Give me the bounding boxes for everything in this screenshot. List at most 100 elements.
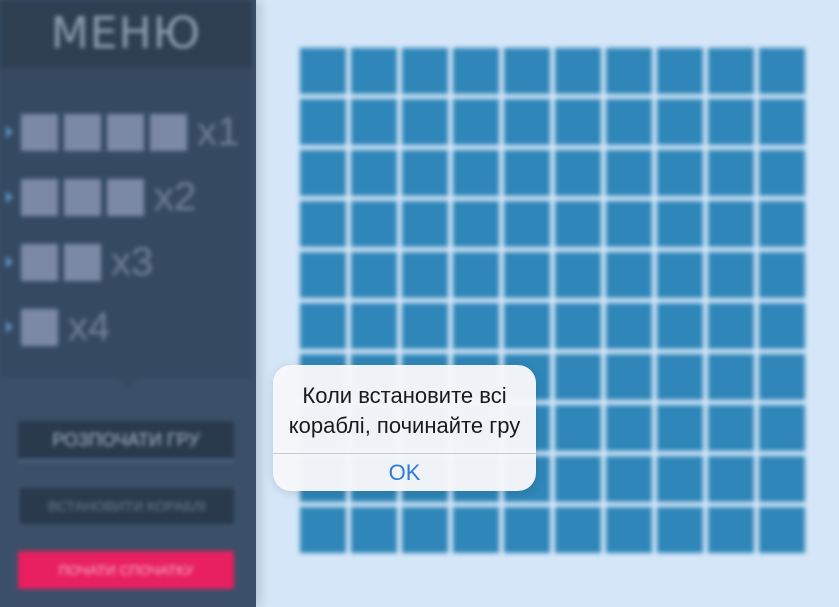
board-cell[interactable] <box>657 507 703 553</box>
board-cell[interactable] <box>402 99 448 145</box>
board-cell[interactable] <box>453 303 499 349</box>
board-cell[interactable] <box>504 507 550 553</box>
board-cell[interactable] <box>402 252 448 298</box>
board-cell[interactable] <box>657 150 703 196</box>
start-game-button[interactable]: РОЗПОЧАТИ ГРУ <box>18 421 234 462</box>
board-cell[interactable] <box>555 201 601 247</box>
board-cell[interactable] <box>606 99 652 145</box>
board-cell[interactable] <box>555 456 601 502</box>
board-cell[interactable] <box>657 456 703 502</box>
ship-row-3[interactable]: x2 <box>6 175 196 219</box>
ok-button[interactable]: OK <box>273 454 536 491</box>
board-cell[interactable] <box>657 201 703 247</box>
board-cell[interactable] <box>300 507 346 553</box>
board-cell[interactable] <box>657 99 703 145</box>
board-cell[interactable] <box>453 252 499 298</box>
board-cell[interactable] <box>351 303 397 349</box>
board-cell[interactable] <box>504 150 550 196</box>
board-cell[interactable] <box>504 252 550 298</box>
board-cell[interactable] <box>504 99 550 145</box>
board-cell[interactable] <box>759 48 805 94</box>
board-cell[interactable] <box>759 354 805 400</box>
board-cell[interactable] <box>657 405 703 451</box>
ship-count: x1 <box>197 109 240 154</box>
board-cell[interactable] <box>300 48 346 94</box>
board-cell[interactable] <box>351 252 397 298</box>
board-cell[interactable] <box>402 507 448 553</box>
board-cell[interactable] <box>759 507 805 553</box>
board-cell[interactable] <box>453 507 499 553</box>
board-cell[interactable] <box>708 99 754 145</box>
board-cell[interactable] <box>453 99 499 145</box>
board-cell[interactable] <box>657 354 703 400</box>
restart-button[interactable]: ПОЧАТИ СПОЧАТКУ <box>18 551 234 589</box>
board-cell[interactable] <box>606 252 652 298</box>
board-cell[interactable] <box>708 252 754 298</box>
board-cell[interactable] <box>504 303 550 349</box>
board-cell[interactable] <box>300 303 346 349</box>
board-cell[interactable] <box>453 48 499 94</box>
board-cell[interactable] <box>402 150 448 196</box>
board-cell[interactable] <box>402 201 448 247</box>
board-cell[interactable] <box>708 354 754 400</box>
board-cell[interactable] <box>708 150 754 196</box>
board-cell[interactable] <box>555 150 601 196</box>
board-cell[interactable] <box>708 507 754 553</box>
board-cell[interactable] <box>402 303 448 349</box>
board-cell[interactable] <box>351 48 397 94</box>
board-cell[interactable] <box>300 252 346 298</box>
board-cell[interactable] <box>300 150 346 196</box>
arrow-right-icon <box>6 256 13 268</box>
ship-count: x4 <box>68 304 111 349</box>
ship-cell <box>64 243 101 281</box>
board-cell[interactable] <box>759 303 805 349</box>
board-cell[interactable] <box>708 405 754 451</box>
place-ships-button[interactable]: ВСТАНОВИТИ КОРАБЛІ <box>18 486 236 526</box>
board-cell[interactable] <box>708 303 754 349</box>
board-cell[interactable] <box>606 456 652 502</box>
board-cell[interactable] <box>453 201 499 247</box>
board-cell[interactable] <box>300 201 346 247</box>
board-cell[interactable] <box>759 252 805 298</box>
dialog-message-line-2: кораблі, починайте гру <box>288 413 521 438</box>
board-cell[interactable] <box>555 354 601 400</box>
board-cell[interactable] <box>351 99 397 145</box>
board-cell[interactable] <box>504 201 550 247</box>
board-cell[interactable] <box>759 201 805 247</box>
ship-row-2[interactable]: x3 <box>6 240 153 284</box>
board-cell[interactable] <box>708 456 754 502</box>
board-cell[interactable] <box>555 303 601 349</box>
board-cell[interactable] <box>708 201 754 247</box>
board-cell[interactable] <box>759 405 805 451</box>
board-cell[interactable] <box>606 507 652 553</box>
board-cell[interactable] <box>657 303 703 349</box>
board-cell[interactable] <box>759 456 805 502</box>
board-cell[interactable] <box>453 150 499 196</box>
board-cell[interactable] <box>351 201 397 247</box>
board-cell[interactable] <box>504 48 550 94</box>
board-cell[interactable] <box>759 99 805 145</box>
board-cell[interactable] <box>606 150 652 196</box>
board-cell[interactable] <box>351 507 397 553</box>
board-cell[interactable] <box>555 99 601 145</box>
board-cell[interactable] <box>657 252 703 298</box>
ship-row-1[interactable]: x4 <box>6 305 110 349</box>
board-cell[interactable] <box>555 48 601 94</box>
board-cell[interactable] <box>708 48 754 94</box>
board-cell[interactable] <box>555 252 601 298</box>
menu-header: МЕНЮ <box>0 0 252 68</box>
board-cell[interactable] <box>606 48 652 94</box>
board-cell[interactable] <box>606 354 652 400</box>
board-cell[interactable] <box>657 48 703 94</box>
board-cell[interactable] <box>555 405 601 451</box>
board-cell[interactable] <box>555 507 601 553</box>
board-cell[interactable] <box>402 48 448 94</box>
board-cell[interactable] <box>606 201 652 247</box>
board-cell[interactable] <box>300 99 346 145</box>
ship-cell <box>150 113 187 151</box>
board-cell[interactable] <box>606 303 652 349</box>
board-cell[interactable] <box>606 405 652 451</box>
ship-row-4[interactable]: x1 <box>6 110 239 154</box>
board-cell[interactable] <box>759 150 805 196</box>
board-cell[interactable] <box>351 150 397 196</box>
